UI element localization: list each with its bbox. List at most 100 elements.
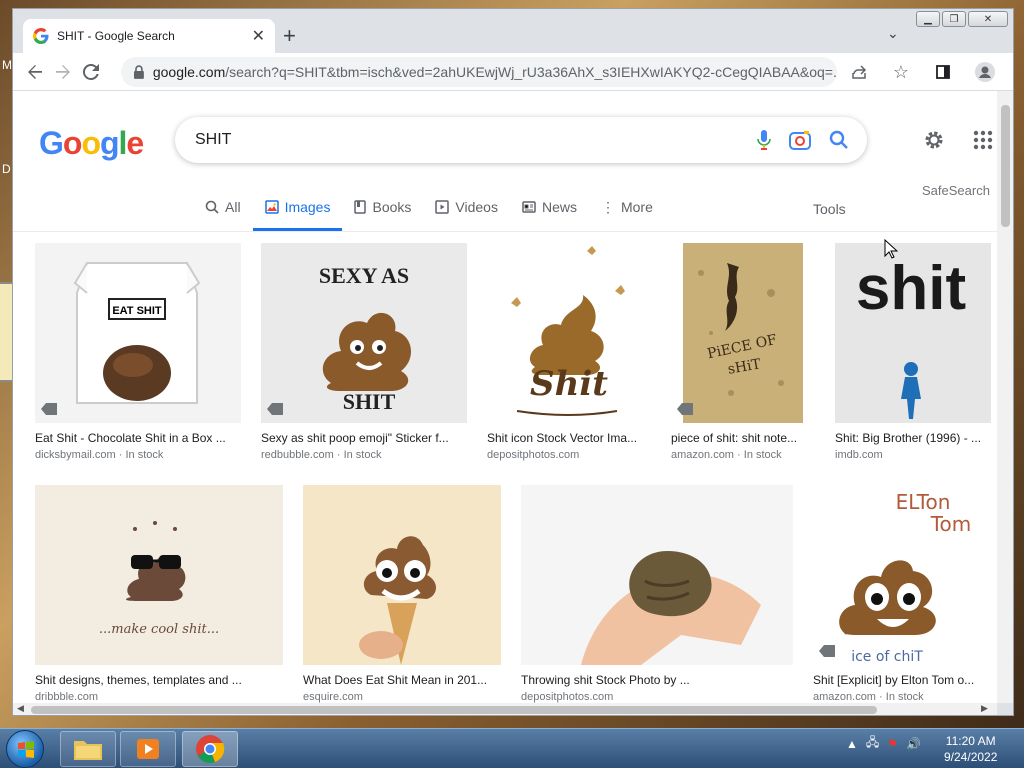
tab-images[interactable]: Images xyxy=(252,191,343,231)
system-tray: ▲ 🖧 ⚑ 🔊 xyxy=(846,733,921,754)
result-thumbnail[interactable]: ...make cool shit... xyxy=(35,485,283,665)
result-title[interactable]: Shit designs, themes, templates and ... xyxy=(35,673,283,687)
result-source[interactable]: amazon.com · In stock xyxy=(671,449,817,461)
header-actions xyxy=(923,129,993,151)
maximize-button[interactable]: ❐ xyxy=(942,11,966,27)
forward-arrow-icon[interactable] xyxy=(49,58,77,86)
mouse-cursor-icon xyxy=(884,239,898,259)
result-source[interactable]: imdb.com xyxy=(835,449,991,461)
google-favicon-icon xyxy=(33,28,49,44)
side-panel-icon[interactable] xyxy=(929,58,957,86)
safesearch-button[interactable]: SafeSearch xyxy=(922,183,990,198)
result-thumbnail[interactable]: SEXY AS SHIT xyxy=(261,243,467,423)
result-thumbnail[interactable] xyxy=(303,485,501,665)
minimize-button[interactable]: ▁ xyxy=(916,11,940,27)
result-title[interactable]: What Does Eat Shit Mean in 201... xyxy=(303,673,501,687)
image-result-card[interactable]: EAT SHIT Eat Shit - Chocolate Shit in a … xyxy=(35,243,241,461)
result-title[interactable]: Eat Shit - Chocolate Shit in a Box ... xyxy=(35,431,241,445)
profile-avatar-icon[interactable] xyxy=(971,58,999,86)
apps-grid-icon[interactable] xyxy=(973,130,993,150)
result-thumbnail[interactable]: Shit xyxy=(487,243,651,423)
search-input[interactable]: SHIT xyxy=(195,131,757,149)
tools-button[interactable]: Tools xyxy=(813,201,846,217)
reload-icon[interactable] xyxy=(77,58,105,86)
tag-icon xyxy=(819,645,835,657)
scroll-left-arrow-icon[interactable]: ◀ xyxy=(17,703,24,714)
image-result-card[interactable]: Shit Shit icon Stock Vector Ima... depos… xyxy=(487,243,651,461)
address-bar[interactable]: google.com/search?q=SHIT&tbm=isch&ved=2a… xyxy=(121,57,837,87)
tab-all[interactable]: All xyxy=(193,191,253,223)
result-title[interactable]: Shit icon Stock Vector Ima... xyxy=(487,431,651,445)
volume-icon[interactable]: 🔊 xyxy=(906,737,921,751)
result-thumbnail[interactable]: shit xyxy=(835,243,991,423)
result-title[interactable]: Sexy as shit poop emoji" Sticker f... xyxy=(261,431,467,445)
result-source[interactable]: dribbble.com xyxy=(35,691,283,703)
image-result-card[interactable]: Throwing shit Stock Photo by ... deposit… xyxy=(521,485,793,703)
voice-search-mic-icon[interactable] xyxy=(757,129,771,151)
close-window-button[interactable]: ✕ xyxy=(968,11,1008,27)
clock-time: 11:20 AM xyxy=(945,734,996,748)
horizontal-scroll-thumb[interactable] xyxy=(31,706,877,714)
vertical-scrollbar[interactable] xyxy=(997,91,1013,703)
result-source[interactable]: dicksbymail.com · In stock xyxy=(35,449,241,461)
share-icon[interactable] xyxy=(845,58,873,86)
tab-close-icon[interactable]: ✕ xyxy=(252,26,265,46)
result-thumbnail[interactable]: ELTon Tom ice of chiT xyxy=(813,485,991,665)
svg-text:...make cool shit...: ...make cool shit... xyxy=(99,622,219,637)
result-source[interactable]: redbubble.com · In stock xyxy=(261,449,467,461)
result-title[interactable]: piece of shit: shit note... xyxy=(671,431,817,445)
show-hidden-icons-arrow-icon[interactable]: ▲ xyxy=(846,737,858,751)
scroll-right-arrow-icon[interactable]: ▶ xyxy=(981,703,988,714)
start-button[interactable] xyxy=(6,730,44,768)
action-center-flag-icon[interactable]: ⚑ xyxy=(887,737,898,751)
browser-tab[interactable]: SHIT - Google Search ✕ xyxy=(23,19,275,53)
svg-text:EAT SHIT: EAT SHIT xyxy=(112,305,162,317)
result-thumbnail[interactable]: EAT SHIT xyxy=(35,243,241,423)
svg-text:ELTon: ELTon xyxy=(896,490,951,514)
image-result-card[interactable]: SEXY AS SHIT Sexy as shit poop emoji" St… xyxy=(261,243,467,461)
lock-icon[interactable] xyxy=(133,65,145,79)
google-logo[interactable]: Google xyxy=(39,125,144,162)
result-title[interactable]: Shit [Explicit] by Elton Tom o... xyxy=(813,673,991,687)
image-result-card[interactable]: ELTon Tom ice of chiT Shit [Explicit] by… xyxy=(813,485,991,703)
taskbar-chrome[interactable] xyxy=(182,731,238,767)
clock[interactable]: 11:20 AM 9/24/2022 xyxy=(944,733,997,765)
settings-gear-icon[interactable] xyxy=(923,129,945,151)
new-tab-button[interactable]: + xyxy=(283,23,296,49)
result-title[interactable]: Shit: Big Brother (1996) - ... xyxy=(835,431,991,445)
image-result-card[interactable]: PiECE OF sHiT piece of shit: shit note..… xyxy=(671,243,817,461)
tab-books[interactable]: Books xyxy=(342,191,423,223)
image-result-card[interactable]: shit Shit: Big Brother (1996) - ... imdb… xyxy=(835,243,991,461)
tab-news[interactable]: News xyxy=(510,191,589,223)
tag-icon xyxy=(677,403,693,415)
horizontal-scrollbar[interactable]: ◀ ▶ xyxy=(13,703,997,715)
tab-videos[interactable]: Videos xyxy=(423,191,510,223)
result-thumbnail[interactable]: PiECE OF sHiT xyxy=(671,243,817,423)
search-icon[interactable] xyxy=(829,130,849,150)
image-result-card[interactable]: What Does Eat Shit Mean in 201... esquir… xyxy=(303,485,501,703)
clock-date: 9/24/2022 xyxy=(944,750,998,764)
tab-search-chevron-icon[interactable]: ⌄ xyxy=(887,25,899,42)
result-thumbnail[interactable] xyxy=(521,485,793,665)
vertical-scroll-thumb[interactable] xyxy=(1001,105,1010,227)
tab-more[interactable]: ⋮ More xyxy=(589,191,665,223)
network-icon[interactable]: 🖧 xyxy=(866,733,879,754)
search-box[interactable]: SHIT xyxy=(175,117,867,163)
taskbar-media-player[interactable] xyxy=(120,731,176,767)
menu-kebab-icon[interactable]: ⋮ xyxy=(1013,58,1014,86)
desktop-letter-m: M xyxy=(2,58,12,72)
result-source[interactable]: depositphotos.com xyxy=(521,691,793,703)
camera-lens-icon[interactable] xyxy=(789,130,811,150)
result-title[interactable]: Throwing shit Stock Photo by ... xyxy=(521,673,793,687)
result-source[interactable]: esquire.com xyxy=(303,691,501,703)
result-source[interactable]: amazon.com · In stock xyxy=(813,691,991,703)
bookmark-star-icon[interactable]: ☆ xyxy=(887,58,915,86)
desktop-letter-d: D xyxy=(2,162,11,176)
windows-logo-icon xyxy=(18,741,34,758)
svg-text:Tom: Tom xyxy=(930,512,972,536)
image-result-card[interactable]: ...make cool shit... Shit designs, theme… xyxy=(35,485,283,703)
result-source[interactable]: depositphotos.com xyxy=(487,449,651,461)
back-arrow-icon[interactable] xyxy=(21,58,49,86)
taskbar-file-explorer[interactable] xyxy=(60,731,116,767)
window-controls: ▁ ❐ ✕ xyxy=(916,11,1008,27)
